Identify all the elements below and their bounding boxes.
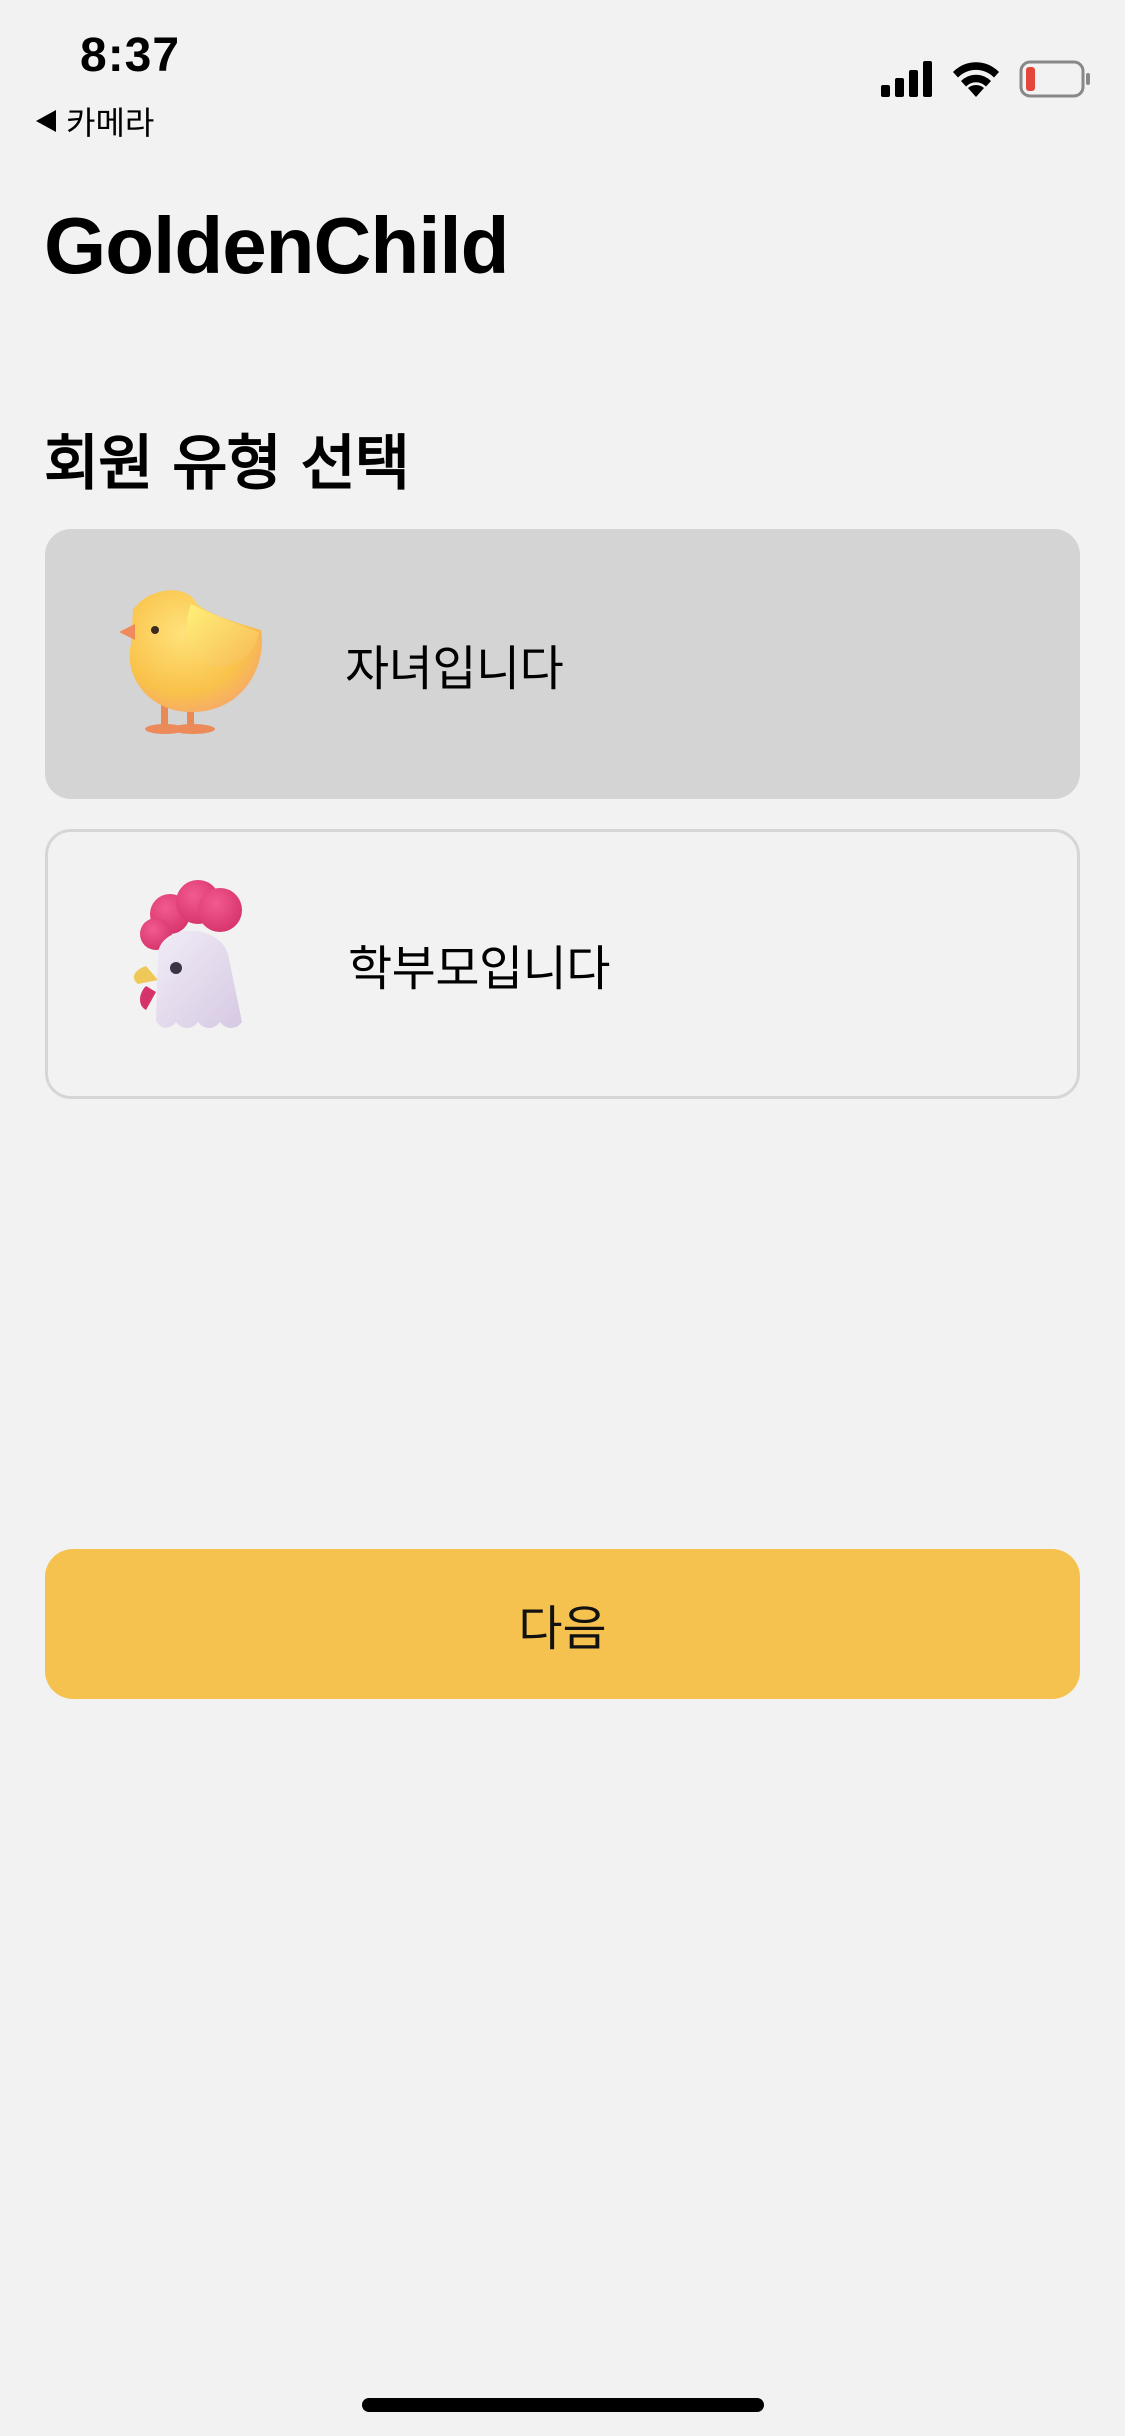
home-indicator[interactable] <box>362 2398 764 2412</box>
next-button[interactable]: 다음 <box>45 1549 1080 1699</box>
option-child-label: 자녀입니다 <box>345 641 564 697</box>
app-title: GoldenChild <box>44 201 510 290</box>
back-arrow-icon <box>36 110 56 132</box>
option-child-card[interactable]: 자녀입니다 <box>45 529 1080 799</box>
option-parent-card[interactable]: 학부모입니다 <box>45 829 1080 1099</box>
back-to-camera-link[interactable]: 카메라 <box>36 98 154 144</box>
back-link-label: 카메라 <box>66 104 155 142</box>
option-parent-label: 학부모입니다 <box>348 941 610 997</box>
status-indicators <box>881 60 1091 98</box>
status-time: 8:37 <box>80 29 181 82</box>
member-type-heading: 회원 유형 선택 <box>44 429 410 499</box>
battery-icon <box>1019 60 1090 98</box>
wifi-icon <box>953 62 999 97</box>
signal-icon <box>881 61 932 97</box>
rooster-icon <box>133 880 242 1028</box>
chick-icon <box>119 590 262 734</box>
